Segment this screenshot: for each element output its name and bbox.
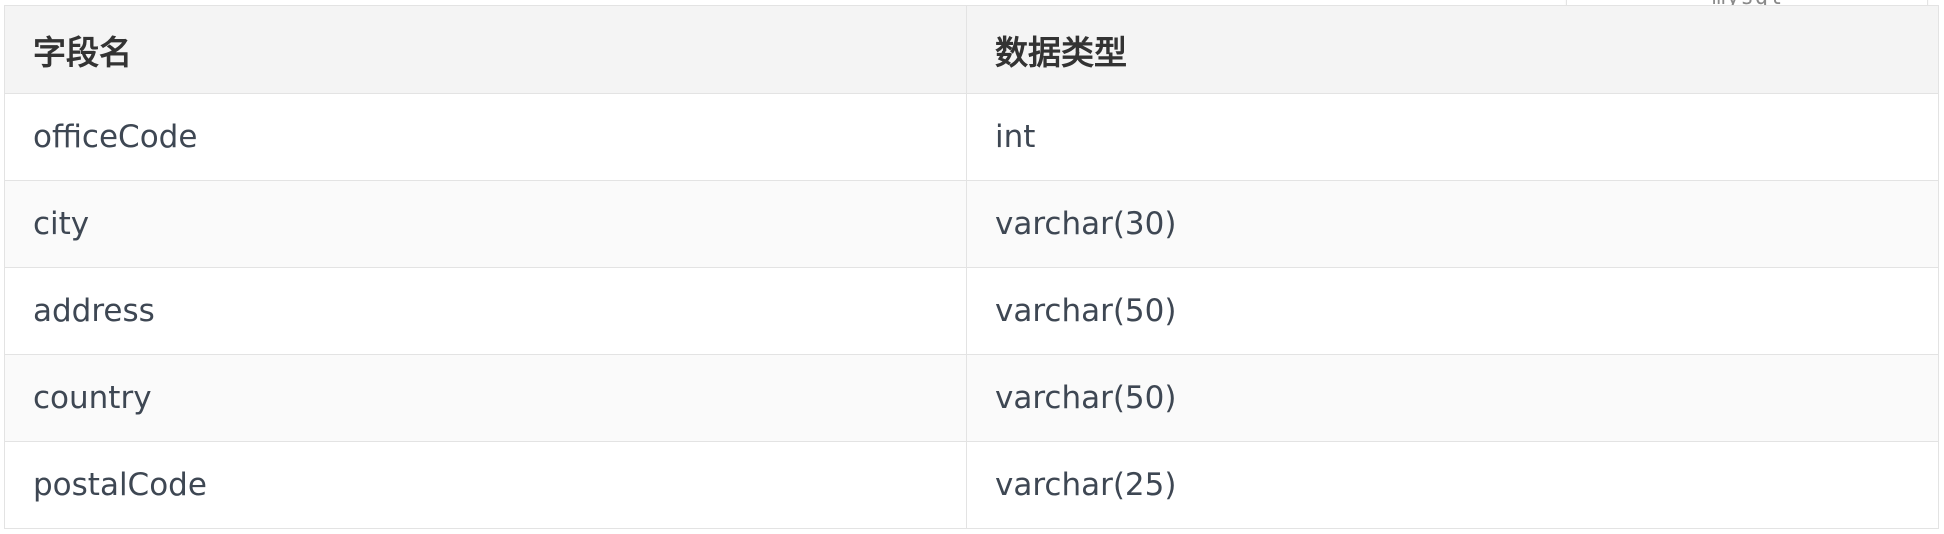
table-row: address varchar(50)	[4, 267, 1939, 355]
field-name-cell: country	[4, 354, 967, 442]
table-row: officeCode int	[4, 93, 1939, 181]
data-type-cell: varchar(50)	[966, 354, 1939, 442]
table-row: country varchar(50)	[4, 354, 1939, 442]
table-row: postalCode varchar(25)	[4, 441, 1939, 529]
field-name-cell: city	[4, 180, 967, 268]
table-row: city varchar(30)	[4, 180, 1939, 268]
table-header-row: 字段名 数据类型	[4, 5, 1939, 94]
data-type-cell: varchar(30)	[966, 180, 1939, 268]
field-name-cell: officeCode	[4, 93, 967, 181]
field-name-cell: postalCode	[4, 441, 967, 529]
column-header-data-type: 数据类型	[966, 5, 1939, 94]
data-type-cell: varchar(25)	[966, 441, 1939, 529]
column-header-field-name: 字段名	[4, 5, 967, 94]
field-name-cell: address	[4, 267, 967, 355]
field-type-table: 字段名 数据类型 officeCode int city varchar(30)…	[4, 5, 1939, 529]
data-type-cell: varchar(50)	[966, 267, 1939, 355]
data-type-cell: int	[966, 93, 1939, 181]
